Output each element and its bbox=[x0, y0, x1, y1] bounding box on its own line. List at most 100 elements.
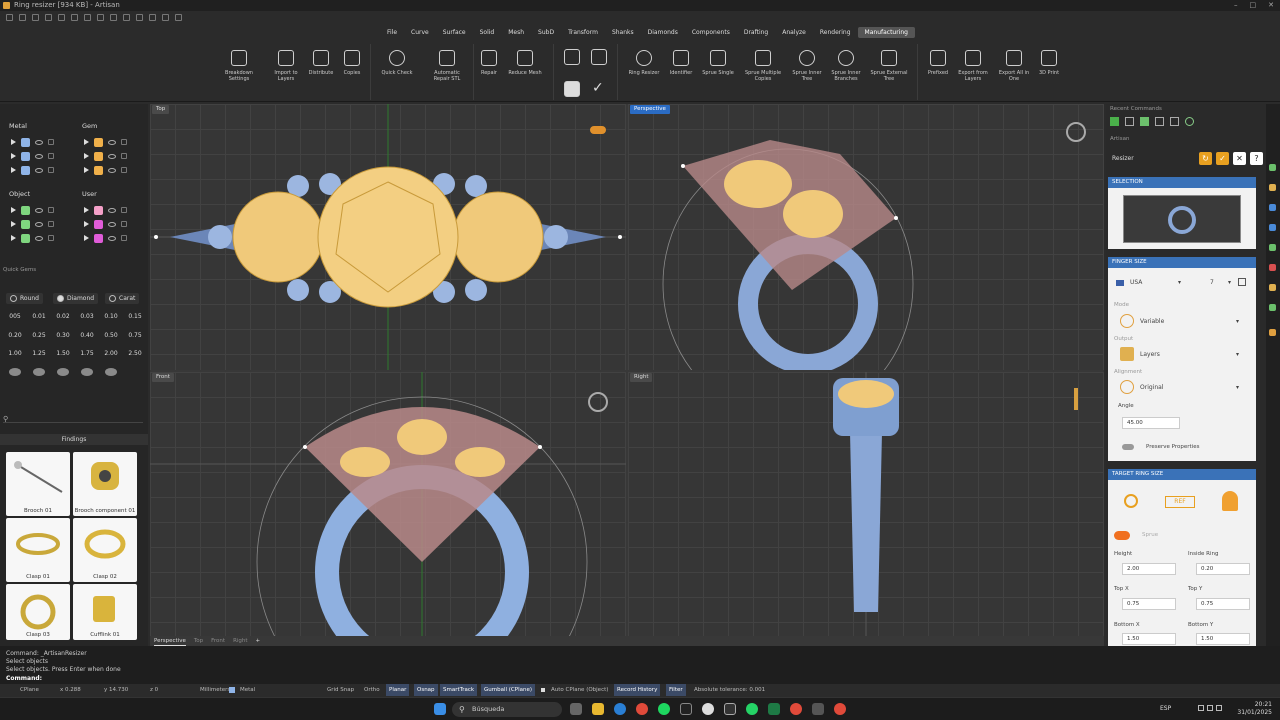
zoom-extents-icon[interactable] bbox=[175, 13, 182, 21]
export-from-layers-button[interactable]: Export from Layers bbox=[953, 46, 993, 100]
checkmark-icon[interactable]: ✓ bbox=[592, 80, 604, 96]
menu-file[interactable]: File bbox=[380, 27, 404, 38]
gem-size-cell[interactable]: 0.20 bbox=[4, 330, 26, 342]
menu-rendering[interactable]: Rendering bbox=[813, 27, 858, 38]
gem-size-cell[interactable]: 0.50 bbox=[100, 330, 122, 342]
gem-size-cell[interactable]: 0.40 bbox=[76, 330, 98, 342]
maximize-icon[interactable]: □ bbox=[1250, 0, 1257, 11]
gem-size-cell[interactable]: 0.02 bbox=[52, 311, 74, 323]
gem-size-cell[interactable]: 0.75 bbox=[124, 330, 146, 342]
chevron-down-icon[interactable]: ▾ bbox=[1236, 318, 1239, 325]
layer-row[interactable] bbox=[11, 136, 54, 148]
minimize-icon[interactable]: – bbox=[1234, 0, 1238, 11]
angle-input[interactable]: 45.00 bbox=[1122, 417, 1180, 429]
windows-start-icon[interactable] bbox=[434, 703, 446, 715]
layer-color-swatch[interactable] bbox=[21, 165, 30, 175]
menu-diamonds[interactable]: Diamonds bbox=[641, 27, 685, 38]
eye-icon[interactable] bbox=[35, 153, 43, 159]
eye-icon[interactable] bbox=[108, 221, 116, 227]
lock-icon[interactable] bbox=[121, 207, 127, 213]
spotify-icon[interactable] bbox=[658, 703, 670, 715]
paste-icon[interactable] bbox=[110, 13, 117, 21]
top-viewport[interactable]: Top bbox=[150, 104, 626, 370]
undo-icon[interactable] bbox=[123, 13, 130, 21]
gem-size-cell[interactable]: 0.03 bbox=[76, 311, 98, 323]
layer-row[interactable] bbox=[11, 150, 54, 162]
lock-icon[interactable] bbox=[121, 221, 127, 227]
task-view-icon[interactable] bbox=[570, 703, 582, 715]
grid-icon[interactable] bbox=[1170, 117, 1179, 126]
confirm-icon[interactable]: ✓ bbox=[1216, 152, 1229, 165]
language-indicator[interactable]: ESP bbox=[1160, 705, 1171, 712]
layer-color-swatch[interactable] bbox=[94, 165, 103, 175]
bottom-x-input[interactable]: 1.50 bbox=[1122, 633, 1176, 645]
gem-size-cell[interactable]: 1.75 bbox=[76, 348, 98, 360]
tab-perspective[interactable]: Perspective bbox=[154, 636, 186, 646]
open-icon[interactable] bbox=[19, 13, 26, 21]
layer-row[interactable] bbox=[11, 218, 54, 230]
play-icon[interactable] bbox=[11, 167, 16, 173]
ref-button[interactable]: REF bbox=[1165, 496, 1195, 508]
breakdown-settings-button[interactable]: Breakdown Settings bbox=[219, 46, 259, 100]
sprue-multiple-copies-button[interactable]: Sprue Multiple Copies bbox=[743, 46, 783, 100]
top-x-input[interactable]: 0.75 bbox=[1122, 598, 1176, 610]
units-label[interactable]: Millimeters bbox=[200, 684, 230, 696]
menu-drafting[interactable]: Drafting bbox=[737, 27, 775, 38]
wifi-icon[interactable] bbox=[1198, 705, 1204, 711]
automatic-repair-stl-button[interactable]: Automatic Repair STL bbox=[427, 46, 467, 100]
play-icon[interactable] bbox=[11, 207, 16, 213]
output-select[interactable]: Layers bbox=[1140, 351, 1160, 358]
cut-icon[interactable] bbox=[84, 13, 91, 21]
lock-icon[interactable] bbox=[121, 153, 127, 159]
finding-card[interactable]: Cufflink 01 bbox=[73, 584, 137, 640]
gem-size-cell[interactable]: 2.00 bbox=[100, 348, 122, 360]
layer-row[interactable] bbox=[84, 204, 127, 216]
layer-row[interactable] bbox=[84, 150, 127, 162]
save-icon[interactable] bbox=[32, 13, 39, 21]
menu-solid[interactable]: Solid bbox=[473, 27, 502, 38]
sprue-inner-branches-button[interactable]: Sprue Inner Branches bbox=[826, 46, 866, 100]
selection-header[interactable]: SELECTION bbox=[1108, 177, 1256, 188]
lock-icon[interactable] bbox=[48, 207, 54, 213]
layer-color-swatch[interactable] bbox=[94, 219, 103, 229]
gem-size-cell[interactable]: 005 bbox=[4, 311, 26, 323]
chevron-down-icon[interactable]: ▾ bbox=[1178, 279, 1181, 286]
tool-icon[interactable] bbox=[1269, 204, 1276, 211]
layer-color-swatch[interactable] bbox=[94, 137, 103, 147]
help-icon[interactable]: ? bbox=[1250, 152, 1263, 165]
menu-manufacturing[interactable]: Manufacturing bbox=[857, 27, 915, 38]
ortho-toggle[interactable]: Ortho bbox=[364, 684, 380, 696]
layer-color-swatch[interactable] bbox=[21, 233, 30, 243]
layer-color-swatch[interactable] bbox=[94, 233, 103, 243]
eye-icon[interactable] bbox=[35, 235, 43, 241]
viewport-label-front[interactable]: Front bbox=[152, 373, 174, 382]
eye-icon[interactable] bbox=[35, 221, 43, 227]
play-icon[interactable] bbox=[11, 235, 16, 241]
layer-row[interactable] bbox=[84, 136, 127, 148]
current-layer[interactable]: Metal bbox=[240, 684, 255, 696]
copy-icon[interactable] bbox=[97, 13, 104, 21]
layer-color-swatch[interactable] bbox=[21, 205, 30, 215]
target-ring-size-header[interactable]: TARGET RING SIZE bbox=[1108, 469, 1256, 480]
layer-color-swatch[interactable] bbox=[21, 137, 30, 147]
command-prompt[interactable]: Command: bbox=[6, 675, 42, 682]
chrome-icon[interactable] bbox=[636, 703, 648, 715]
tool-icon[interactable] bbox=[1269, 184, 1276, 191]
3d-print-button[interactable]: 3D Print bbox=[1029, 46, 1069, 100]
sprue-toggle[interactable] bbox=[1114, 531, 1130, 540]
clock[interactable]: 20:21 31/01/2025 bbox=[1237, 701, 1272, 717]
whatsapp-icon[interactable] bbox=[746, 703, 758, 715]
bottom-y-input[interactable]: 1.50 bbox=[1196, 633, 1250, 645]
menu-shanks[interactable]: Shanks bbox=[605, 27, 641, 38]
gumball-toggle[interactable]: Gumball (CPlane) bbox=[481, 684, 535, 696]
lock-icon[interactable] bbox=[48, 153, 54, 159]
osnap-toggle[interactable]: Osnap bbox=[414, 684, 438, 696]
layer-color-swatch[interactable] bbox=[21, 151, 30, 161]
top-y-input[interactable]: 0.75 bbox=[1196, 598, 1250, 610]
chevron-down-icon[interactable]: ▾ bbox=[1236, 351, 1239, 358]
layer-row[interactable] bbox=[11, 232, 54, 244]
eye-icon[interactable] bbox=[108, 207, 116, 213]
import-icon[interactable] bbox=[58, 13, 65, 21]
play-icon[interactable] bbox=[84, 235, 89, 241]
close-icon[interactable]: ✕ bbox=[1268, 0, 1274, 11]
